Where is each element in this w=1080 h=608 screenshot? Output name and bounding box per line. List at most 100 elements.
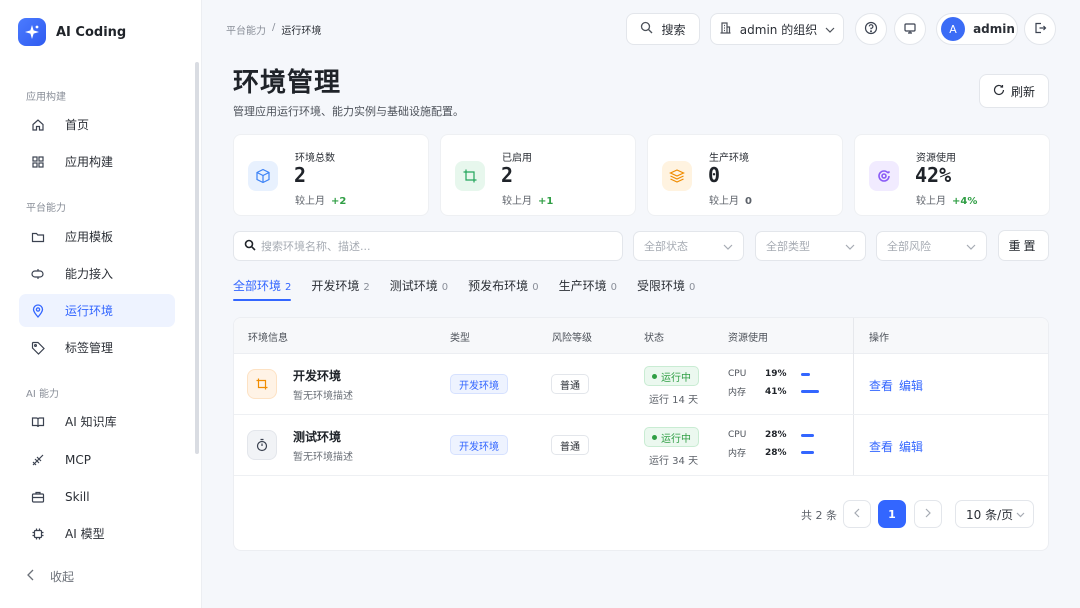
- page-size-select[interactable]: 10 条/页: [955, 500, 1034, 528]
- nav-group-ai: AI 能力: [26, 389, 59, 400]
- reset-button[interactable]: 重置: [998, 230, 1049, 261]
- tab-restricted[interactable]: 受限环境 0: [637, 277, 695, 301]
- global-search-button[interactable]: 搜索: [626, 13, 700, 45]
- crop-icon: [247, 369, 277, 399]
- env-tabs: 全部环境 2 开发环境 2 测试环境 0 预发布环境 0 生产环境 0 受限环境 0: [233, 277, 695, 301]
- table-header: 环境信息 类型 风险等级 状态 资源使用 操作: [234, 318, 1048, 354]
- app-name: AI Coding: [56, 24, 127, 40]
- row-actions: 查看 编辑: [869, 438, 923, 455]
- sidebar-item-app-build[interactable]: 应用构建: [19, 145, 175, 178]
- prev-page-button[interactable]: [843, 500, 871, 528]
- page-button-current[interactable]: 1: [878, 500, 906, 528]
- table-row[interactable]: 测试环境 暂无环境描述 开发环境 普通 运行中 运行 34 天 CPU 28% 内…: [234, 415, 1048, 476]
- grid-icon: [31, 155, 45, 169]
- status-badge: 运行中: [644, 366, 699, 386]
- table-row[interactable]: 开发环境 暂无环境描述 开发环境 普通 运行中 运行 14 天 CPU 19% 内…: [234, 354, 1048, 415]
- refresh-icon: [993, 84, 1005, 99]
- env-search[interactable]: [233, 231, 623, 261]
- sidebar-scrollbar[interactable]: [195, 62, 199, 454]
- search-icon: [244, 239, 256, 254]
- nav-group-platform: 平台能力: [26, 203, 66, 214]
- search-icon: [640, 21, 653, 37]
- cpu-usage: CPU 19%: [728, 369, 810, 379]
- breadcrumb-parent[interactable]: 平台能力: [226, 22, 266, 37]
- status-dot-icon: [652, 434, 657, 440]
- breadcrumb-current: 运行环境: [281, 26, 322, 37]
- org-label: admin 的组织: [739, 22, 818, 37]
- sidebar-item-tag-manage[interactable]: 标签管理: [19, 331, 175, 364]
- col-header-risk: 风险等级: [552, 333, 592, 344]
- sidebar-item-home[interactable]: 首页: [19, 108, 175, 141]
- sidebar: AI Coding 应用构建 首页 应用构建 平台能力 应用模板 能力接入 运行…: [0, 0, 202, 608]
- env-search-input[interactable]: [261, 239, 601, 253]
- memory-usage: 内存 28%: [728, 446, 814, 459]
- cpu-usage-bar: [801, 372, 810, 376]
- risk-badge: 普通: [551, 435, 589, 455]
- org-switcher[interactable]: admin 的组织: [710, 13, 844, 45]
- stat-value: 42%: [915, 163, 952, 187]
- grafana-icon: [869, 161, 899, 191]
- type-filter-value: 全部类型: [766, 240, 810, 253]
- memory-usage-bar: [801, 451, 814, 454]
- stat-card-enabled: 已启用 2 较上月 +1: [440, 134, 636, 216]
- view-link[interactable]: 查看: [869, 438, 893, 455]
- page-title: 环境管理: [233, 68, 342, 98]
- stat-label: 已启用: [502, 153, 532, 164]
- tab-count: 0: [441, 282, 449, 293]
- tab-count: 0: [688, 282, 696, 293]
- building-icon: [719, 21, 732, 37]
- env-name[interactable]: 开发环境: [293, 367, 341, 384]
- user-name: admin: [973, 22, 1015, 36]
- cpu-usage-bar: [801, 433, 814, 437]
- stat-delta: +2: [331, 196, 347, 207]
- help-button[interactable]: [855, 13, 887, 45]
- breadcrumb-separator: /: [272, 22, 276, 33]
- tab-production[interactable]: 生产环境 0: [559, 277, 617, 301]
- briefcase-icon: [31, 490, 45, 504]
- sidebar-item-label: Skill: [65, 489, 90, 504]
- collapse-label: 收起: [50, 570, 75, 584]
- sidebar-item-mcp[interactable]: MCP: [19, 443, 175, 476]
- memory-usage-bar: [801, 390, 819, 393]
- user-menu[interactable]: A admin: [936, 13, 1018, 45]
- col-header-action: 操作: [869, 333, 889, 344]
- sidebar-item-skill[interactable]: Skill: [19, 480, 175, 513]
- col-header-type: 类型: [450, 333, 470, 344]
- sidebar-item-runtime-env[interactable]: 运行环境: [19, 294, 175, 327]
- tab-count: 0: [610, 282, 617, 293]
- env-name[interactable]: 测试环境: [293, 428, 341, 445]
- collapse-button[interactable]: 收起: [26, 568, 74, 585]
- sidebar-item-app-template[interactable]: 应用模板: [19, 220, 175, 253]
- monitor-button[interactable]: [894, 13, 926, 45]
- tab-test[interactable]: 测试环境 0: [390, 277, 448, 301]
- stat-compare: 较上月 +1: [502, 196, 554, 207]
- env-table: 环境信息 类型 风险等级 状态 资源使用 操作 开发环境 暂无环境描述 开发环境…: [233, 317, 1049, 551]
- edit-link[interactable]: 编辑: [899, 377, 923, 394]
- sidebar-item-ai-model[interactable]: AI 模型: [19, 517, 175, 550]
- tab-all[interactable]: 全部环境 2: [233, 277, 292, 301]
- edit-link[interactable]: 编辑: [899, 438, 923, 455]
- uptime-text: 运行 34 天: [649, 456, 699, 467]
- brand[interactable]: AI Coding: [18, 18, 126, 46]
- type-filter-select[interactable]: 全部类型: [755, 231, 866, 261]
- chevron-left-icon: [854, 508, 860, 521]
- sidebar-item-capability[interactable]: 能力接入: [19, 257, 175, 290]
- sidebar-item-knowledge[interactable]: AI 知识库: [19, 405, 175, 438]
- risk-filter-select[interactable]: 全部风险: [876, 231, 987, 261]
- sidebar-item-label: 运行环境: [65, 304, 114, 318]
- stat-card-total: 环境总数 2 较上月 +2: [233, 134, 429, 216]
- stat-label: 环境总数: [295, 153, 335, 164]
- monitor-icon: [903, 21, 917, 38]
- pagination-total: 共 2 条: [801, 509, 837, 522]
- stat-card-production: 生产环境 0 较上月 0: [647, 134, 843, 216]
- refresh-button[interactable]: 刷新: [979, 74, 1049, 108]
- logout-button[interactable]: [1024, 13, 1056, 45]
- mcp-icon: [31, 453, 45, 467]
- tab-dev[interactable]: 开发环境 2: [311, 277, 369, 301]
- next-page-button[interactable]: [914, 500, 942, 528]
- sidebar-item-label: 标签管理: [65, 341, 114, 355]
- tab-staging[interactable]: 预发布环境 0: [468, 277, 538, 301]
- view-link[interactable]: 查看: [869, 377, 893, 394]
- status-filter-select[interactable]: 全部状态: [633, 231, 744, 261]
- crop-icon: [455, 161, 485, 191]
